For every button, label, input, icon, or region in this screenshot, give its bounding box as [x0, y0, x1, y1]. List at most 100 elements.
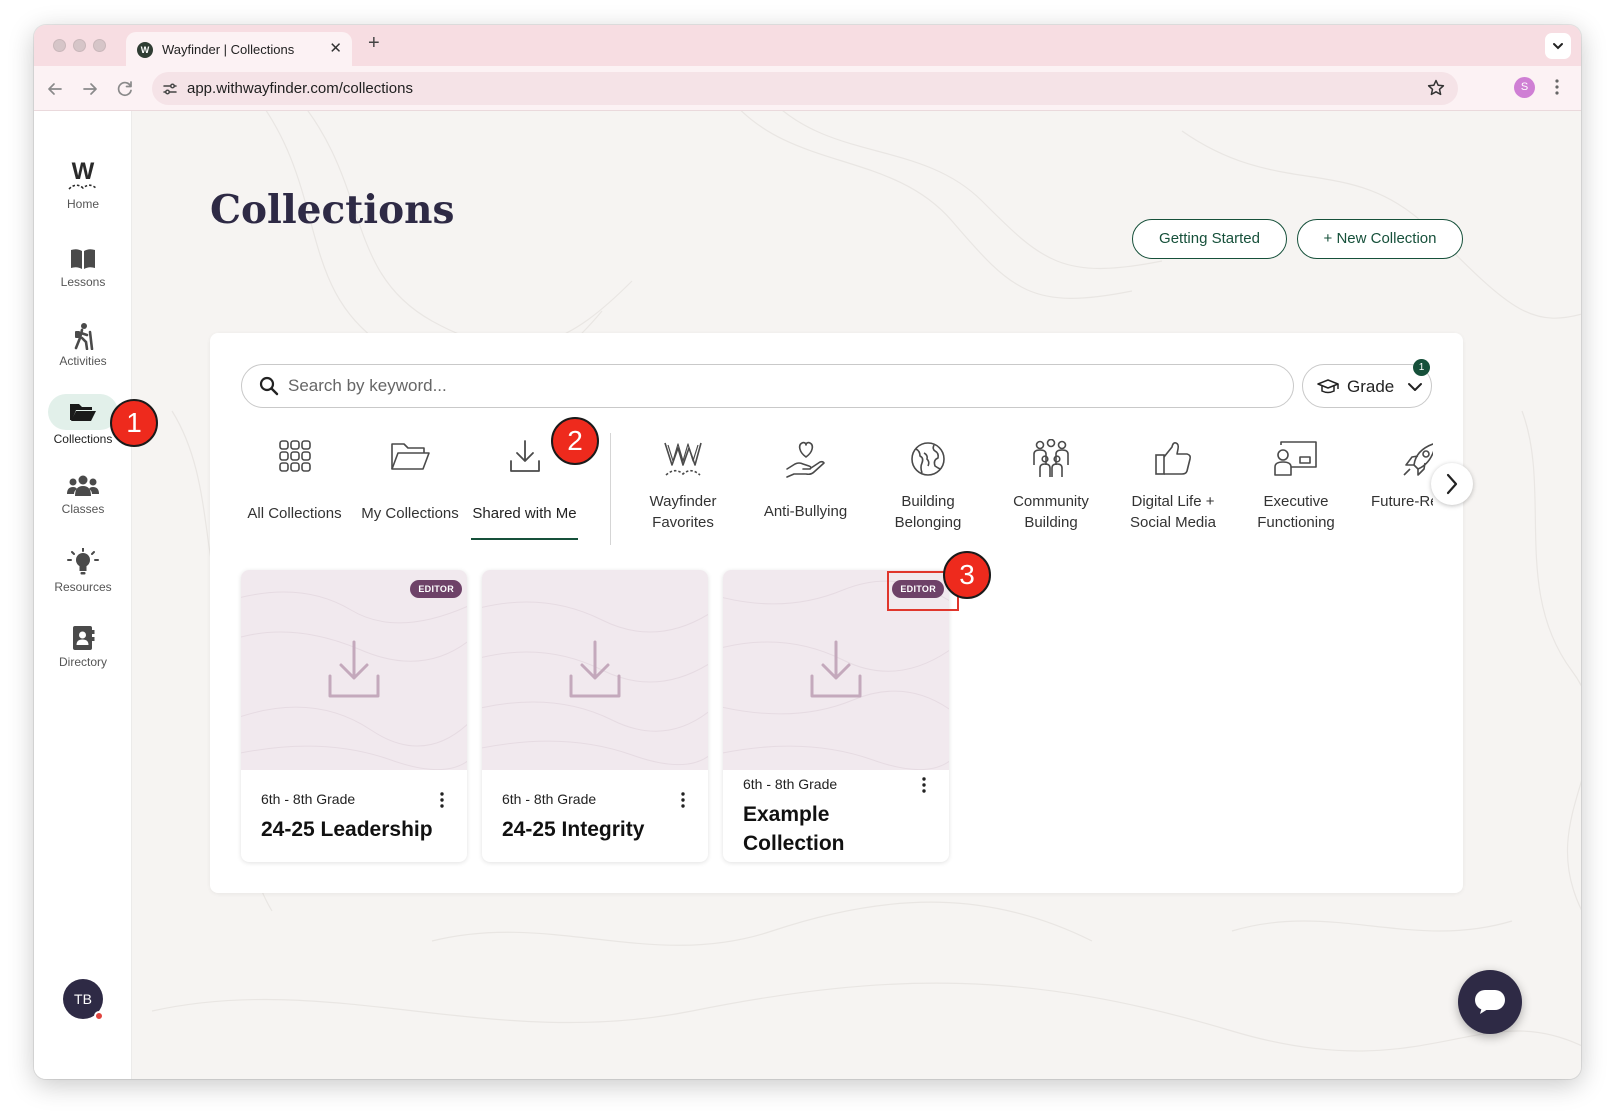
- annotation-marker-2: 2: [551, 417, 599, 465]
- grade-filter-count-badge: 1: [1413, 359, 1430, 376]
- active-category-underline: [471, 538, 578, 540]
- thumbs-up-icon: [1155, 442, 1191, 475]
- card-thumbnail: [241, 570, 467, 771]
- reload-icon[interactable]: [114, 78, 136, 100]
- category-wayfinder-favorites[interactable]: Wayfinder Favorites: [633, 439, 733, 533]
- grade-filter-button[interactable]: Grade: [1302, 364, 1432, 408]
- chat-widget-button[interactable]: [1458, 970, 1522, 1034]
- category-anti-bullying[interactable]: Anti-Bullying: [753, 439, 858, 522]
- site-settings-icon[interactable]: [162, 81, 178, 97]
- card-title: 24-25 Integrity: [502, 818, 645, 841]
- tab-title: Wayfinder | Collections: [162, 42, 295, 57]
- category-future-ready-skills[interactable]: Future-Ready Skills: [1365, 439, 1433, 512]
- editor-badge: EDITOR: [410, 580, 462, 598]
- sidebar-item-home[interactable]: W Home: [34, 157, 132, 211]
- new-tab-icon[interactable]: +: [368, 32, 380, 55]
- grid-icon: [278, 440, 311, 472]
- sidebar-label: Lessons: [60, 275, 106, 289]
- hiker-icon: [74, 323, 94, 350]
- sidebar-item-activities[interactable]: Activities: [34, 322, 132, 368]
- category-building-belonging[interactable]: Building Belonging: [878, 439, 978, 533]
- sidebar-label: Resources: [54, 580, 112, 594]
- scroll-right-button[interactable]: [1431, 463, 1473, 505]
- category-community-building[interactable]: Community Building: [996, 439, 1106, 533]
- tab-search-button[interactable]: [1545, 33, 1571, 59]
- grade-filter-label: Grade: [1347, 377, 1395, 396]
- search-input[interactable]: [288, 376, 1248, 396]
- category-label: Community Building: [1013, 493, 1089, 531]
- collection-card[interactable]: 6th - 8th Grade 24-25 Integrity: [482, 570, 708, 862]
- sidebar-label: Directory: [58, 655, 107, 669]
- sidebar-label: Activities: [59, 354, 107, 368]
- category-label: My Collections: [361, 505, 459, 522]
- close-window-button[interactable]: [53, 39, 66, 52]
- category-divider: [610, 433, 611, 545]
- browser-window: W Wayfinder | Collections ✕ + app.withwa…: [34, 25, 1581, 1079]
- card-thumbnail: [482, 570, 708, 770]
- sidebar-item-resources[interactable]: Resources: [34, 548, 132, 594]
- category-digital-life-social-media[interactable]: Digital Life + Social Media: [1120, 439, 1226, 533]
- category-all-collections[interactable]: All Collections: [241, 439, 348, 524]
- browser-menu-icon[interactable]: [1554, 77, 1560, 97]
- download-icon: [328, 640, 380, 698]
- collections-panel: Grade 1 All Collections My Collections: [210, 333, 1473, 893]
- favicon-icon: W: [137, 42, 153, 58]
- sidebar-item-directory[interactable]: Directory: [34, 625, 132, 669]
- minimize-window-button[interactable]: [73, 39, 86, 52]
- annotation-marker-3: 3: [943, 551, 991, 599]
- zoom-window-button[interactable]: [93, 39, 106, 52]
- category-label: Executive Functioning: [1257, 493, 1335, 531]
- notification-dot: [94, 1011, 104, 1021]
- bookmark-star-icon[interactable]: [1426, 78, 1446, 98]
- profile-avatar[interactable]: S: [1514, 77, 1535, 98]
- card-grade: 6th - 8th Grade: [743, 776, 838, 792]
- getting-started-button[interactable]: Getting Started: [1132, 219, 1287, 259]
- address-bar[interactable]: app.withwayfinder.com/collections: [152, 72, 1458, 105]
- card-grade: 6th - 8th Grade: [261, 791, 356, 807]
- chevron-down-icon: [1553, 43, 1563, 50]
- card-title: 24-25 Leadership: [261, 818, 433, 841]
- globe-icon: [911, 442, 945, 476]
- chevron-down-icon: [1408, 383, 1422, 391]
- browser-toolbar: app.withwayfinder.com/collections S: [34, 66, 1581, 111]
- sidebar-item-lessons[interactable]: Lessons: [34, 247, 132, 289]
- category-label: Digital Life + Social Media: [1130, 493, 1216, 531]
- collection-card[interactable]: EDITOR 6th - 8th Grade 24-25 Leadership: [241, 570, 467, 862]
- category-label: Wayfinder Favorites: [649, 493, 717, 531]
- category-label: All Collections: [247, 505, 342, 522]
- users-icon: [67, 475, 99, 496]
- chevron-right-icon: [1446, 473, 1458, 495]
- collection-card[interactable]: EDITOR 6th - 8th Grade Example Collectio…: [723, 570, 949, 862]
- page-title: Collections: [210, 187, 455, 233]
- annotation-marker-1: 1: [110, 399, 158, 447]
- card-menu-icon[interactable]: [680, 792, 686, 808]
- browser-tab[interactable]: W Wayfinder | Collections ✕: [126, 32, 352, 66]
- contact-book-icon: [73, 626, 95, 650]
- url-text: app.withwayfinder.com/collections: [187, 80, 413, 97]
- rocket-icon: [1403, 443, 1433, 476]
- category-label: Anti-Bullying: [763, 503, 848, 520]
- category-executive-functioning[interactable]: Executive Functioning: [1245, 439, 1347, 533]
- svg-text:W: W: [72, 158, 95, 185]
- url-host: app.withwayfinder.com: [187, 80, 339, 97]
- tab-strip: W Wayfinder | Collections ✕ +: [34, 25, 1581, 66]
- app-content: W Home Lessons Activities Collections Cl…: [34, 111, 1581, 1079]
- search-bar[interactable]: [241, 364, 1294, 408]
- card-title: Example Collection: [743, 803, 845, 855]
- new-collection-button[interactable]: + New Collection: [1297, 219, 1463, 259]
- card-menu-icon[interactable]: [439, 792, 445, 808]
- wayfinder-logo-icon: W: [68, 158, 98, 190]
- download-icon: [509, 440, 540, 472]
- forward-arrow-icon[interactable]: [79, 78, 101, 100]
- chat-bubble-icon: [1475, 990, 1505, 1014]
- heart-hand-icon: [785, 441, 825, 478]
- card-menu-icon[interactable]: [921, 777, 927, 793]
- graduation-cap-icon: [1317, 379, 1339, 394]
- sidebar-label: Home: [66, 197, 99, 211]
- category-my-collections[interactable]: My Collections: [358, 439, 462, 524]
- tab-close-icon[interactable]: ✕: [329, 39, 342, 57]
- back-arrow-icon[interactable]: [44, 78, 66, 100]
- book-icon: [71, 249, 95, 269]
- presenter-icon: [1274, 441, 1317, 476]
- sidebar-item-classes[interactable]: Classes: [34, 474, 132, 516]
